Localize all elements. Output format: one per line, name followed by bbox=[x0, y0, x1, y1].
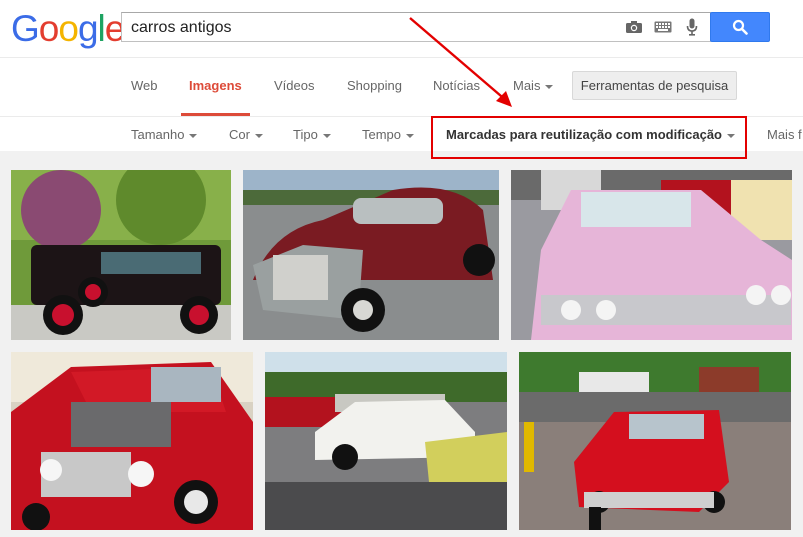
tab-shopping[interactable]: Shopping bbox=[347, 78, 402, 93]
google-logo[interactable]: Google bbox=[11, 8, 125, 49]
search-tools bbox=[624, 18, 702, 36]
search-tools-button[interactable]: Ferramentas de pesquisa bbox=[572, 71, 737, 100]
keyboard-icon[interactable] bbox=[653, 18, 673, 36]
camera-icon[interactable] bbox=[624, 18, 644, 36]
chevron-down-icon bbox=[406, 133, 415, 138]
search-query: carros antigos bbox=[131, 19, 232, 36]
image-result[interactable] bbox=[243, 170, 499, 340]
tab-more[interactable]: Mais bbox=[513, 78, 554, 93]
filter-type-label: Tipo bbox=[293, 127, 318, 142]
logo-letter: G bbox=[11, 8, 40, 49]
image-result[interactable] bbox=[511, 170, 792, 340]
search-button[interactable] bbox=[710, 12, 770, 42]
filter-type[interactable]: Tipo bbox=[293, 127, 331, 142]
image-result[interactable] bbox=[11, 352, 253, 530]
tab-images[interactable]: Imagens bbox=[189, 78, 242, 93]
logo-letter: g bbox=[77, 8, 99, 49]
tab-more-label: Mais bbox=[513, 78, 541, 93]
chevron-down-icon bbox=[322, 133, 331, 138]
logo-letter: l bbox=[97, 8, 106, 49]
tab-web[interactable]: Web bbox=[131, 78, 158, 93]
image-result[interactable] bbox=[265, 352, 507, 530]
tab-news[interactable]: Notícias bbox=[433, 78, 480, 93]
filter-time-label: Tempo bbox=[362, 127, 402, 142]
search-icon bbox=[732, 19, 748, 35]
filter-time[interactable]: Tempo bbox=[362, 127, 415, 142]
microphone-icon[interactable] bbox=[682, 18, 702, 36]
filter-size-label: Tamanho bbox=[131, 127, 185, 142]
chevron-down-icon bbox=[545, 84, 554, 89]
logo-letter: o bbox=[58, 8, 79, 49]
filter-more[interactable]: Mais f bbox=[767, 127, 802, 142]
highlight-box bbox=[431, 116, 747, 159]
logo-letter: o bbox=[38, 8, 60, 49]
filter-color[interactable]: Cor bbox=[229, 127, 263, 142]
active-tab-indicator bbox=[181, 113, 250, 116]
image-result[interactable] bbox=[11, 170, 231, 340]
chevron-down-icon bbox=[189, 133, 198, 138]
image-result[interactable] bbox=[519, 352, 791, 530]
chevron-down-icon bbox=[254, 133, 263, 138]
search-input[interactable]: carros antigos bbox=[121, 12, 711, 42]
tab-videos[interactable]: Vídeos bbox=[274, 78, 314, 93]
header: Google carros antigos bbox=[0, 0, 803, 57]
filter-color-label: Cor bbox=[229, 127, 250, 142]
filter-size[interactable]: Tamanho bbox=[131, 127, 198, 142]
